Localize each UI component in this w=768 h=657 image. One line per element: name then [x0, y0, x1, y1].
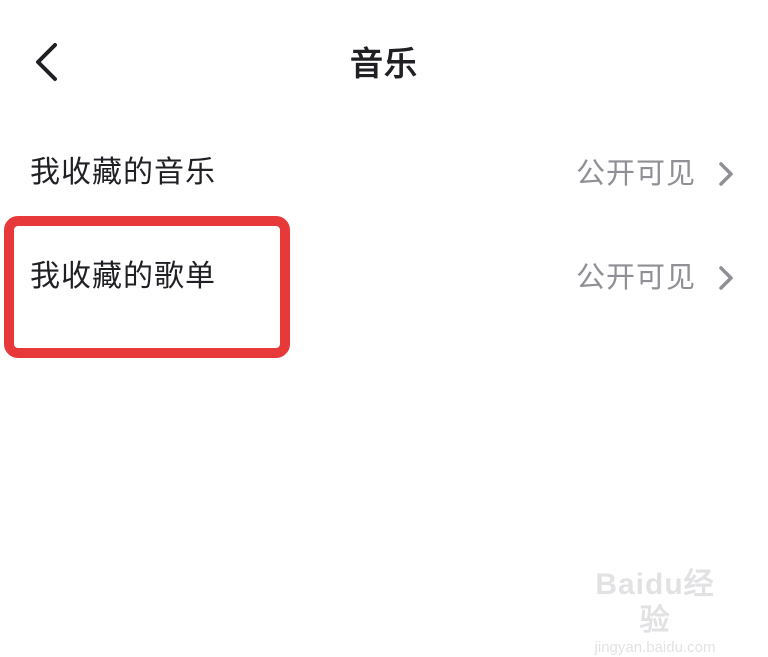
- header-bar: 音乐: [0, 0, 768, 120]
- setting-row-label: 我收藏的歌单: [30, 259, 216, 294]
- page-title: 音乐: [350, 44, 418, 83]
- setting-row-label: 我收藏的音乐: [30, 155, 216, 190]
- setting-row-favorite-music[interactable]: 我收藏的音乐 公开可见: [0, 128, 768, 218]
- chevron-right-icon: [719, 162, 733, 186]
- watermark-logo: Baidu经验: [595, 568, 715, 637]
- watermark-url: jingyan.baidu.com: [594, 639, 716, 656]
- baidu-jingyan-watermark: Baidu经验 jingyan.baidu.com: [580, 567, 730, 656]
- privacy-status-value: 公开可见: [575, 156, 696, 190]
- privacy-status-value: 公开可见: [575, 260, 696, 294]
- chevron-right-icon: [719, 266, 733, 290]
- setting-row-favorite-playlist[interactable]: 我收藏的歌单 公开可见: [0, 232, 768, 322]
